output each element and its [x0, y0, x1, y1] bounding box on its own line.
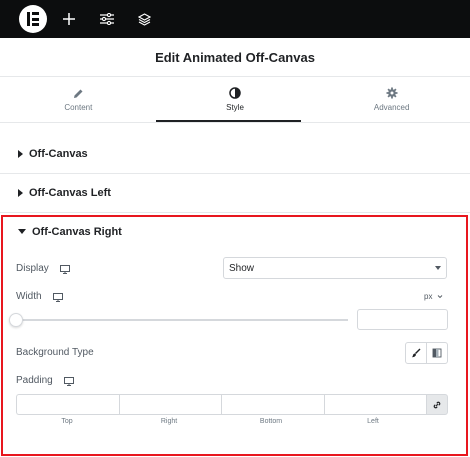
panel-title: Edit Animated Off-Canvas	[155, 49, 315, 65]
tab-content[interactable]: Content	[0, 77, 157, 122]
contrast-icon	[229, 87, 241, 99]
editor-topbar	[0, 0, 470, 38]
plus-icon[interactable]	[59, 9, 79, 29]
elementor-logo-icon[interactable]	[19, 5, 47, 33]
section-label: Off-Canvas	[29, 148, 88, 160]
section-label: Off-Canvas Left	[29, 187, 111, 199]
tab-advanced-label: Advanced	[373, 103, 410, 112]
tab-style[interactable]: Style	[157, 77, 314, 122]
caret-right-icon	[18, 189, 23, 197]
highlight-box	[1, 215, 468, 456]
sliders-icon[interactable]	[97, 9, 117, 29]
active-tab-indicator	[156, 120, 301, 122]
tab-advanced[interactable]: Advanced	[313, 77, 470, 122]
tab-content-label: Content	[64, 102, 93, 112]
pencil-icon	[73, 89, 83, 98]
tab-style-label: Style	[226, 103, 244, 112]
panel-tabs: Content Style Advanced	[0, 77, 470, 123]
caret-right-icon	[18, 150, 23, 158]
gear-icon	[386, 87, 398, 99]
layers-icon[interactable]	[134, 9, 154, 29]
panel-header: Edit Animated Off-Canvas	[0, 38, 470, 77]
section-off-canvas[interactable]: Off-Canvas	[0, 135, 470, 174]
section-off-canvas-left[interactable]: Off-Canvas Left	[0, 174, 470, 213]
